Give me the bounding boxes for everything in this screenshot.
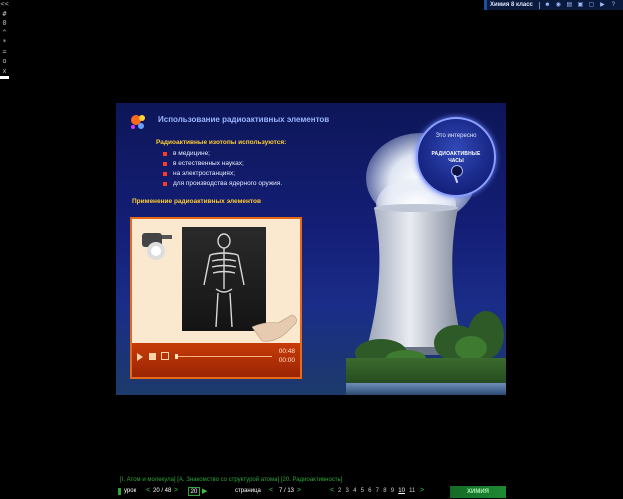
equals-icon[interactable]: = [0,48,9,58]
page-links: 2 3 4 5 6 7 8 9 10 11 [338,488,420,494]
page-link[interactable]: 5 [361,488,364,494]
lesson-label: урок [124,488,137,494]
list-item: для производства ядерного оружия. [162,179,282,189]
bullet-list: в медицине; в естественных науках; на эл… [162,149,282,189]
list-item: в естественных науках; [162,159,282,169]
prev-lesson-button[interactable]: < [146,487,150,494]
progress-handle[interactable] [175,354,178,359]
info-line: ЧАСЫ [448,158,464,164]
atom-logo-icon [131,115,145,129]
left-toolbar: << # 0 ^ * = o x [0,0,9,80]
page-link[interactable]: 11 [409,488,415,494]
book-icon[interactable]: ▤ [566,2,573,9]
slide-title: Использование радиоактивных элементов [158,115,330,124]
stop-button[interactable] [149,353,156,360]
page-counter: 7 / 13 [279,488,295,494]
speaker-icon[interactable]: ▶ [599,2,606,9]
slide-subtitle: Радиоактивные изотопы используются: [156,139,287,146]
circle-icon[interactable]: o [0,57,9,67]
info-line: РАДИОАКТИВНЫЕ [431,151,481,157]
info-heading: Это интересно [435,133,477,139]
hand-icon [252,314,297,342]
bottom-navigation: урок < 20 / 48 > 20 ▶ страница < 7 / 13 … [116,485,506,499]
xray-lamp-icon [142,233,172,260]
player-controls: 00:48 00:00 [132,343,300,377]
top-toolbar: Химия 8 класс ☻ ◉ ▤ ▣ ▢ ▶ ? [484,0,623,10]
lesson-slide: Использование радиоактивных элементов Ра… [116,103,506,395]
next-pages-button[interactable]: > [420,487,424,494]
video-player: 00:48 00:00 [130,217,302,379]
brand-logo: ХИМИЯ [450,486,506,498]
list-item: на электростанциях; [162,169,282,179]
page-link[interactable]: 8 [383,488,386,494]
page-link[interactable]: 2 [338,488,341,494]
help-icon[interactable]: ? [610,2,617,9]
page-link[interactable]: 6 [368,488,371,494]
prev-page-button[interactable]: < [269,487,273,494]
go-lesson-button[interactable]: ▶ [202,487,207,495]
lesson-number-input[interactable]: 20 [188,487,200,496]
play-button[interactable] [137,353,143,361]
page-link[interactable]: 7 [376,488,379,494]
grid-icon[interactable]: # [0,10,9,20]
users-icon[interactable]: ☻ [544,2,551,9]
page-link[interactable]: 9 [391,488,394,494]
zero-icon[interactable]: 0 [0,19,9,29]
close-icon[interactable]: x [0,67,9,77]
prev-pages-button[interactable]: < [330,487,334,494]
lesson-counter: 20 / 48 [153,488,172,494]
eye-icon[interactable]: ◉ [555,2,562,9]
up-icon[interactable]: ^ [0,29,9,39]
current-time: 00:48 [278,348,295,355]
star-icon[interactable]: * [0,38,9,48]
camera-icon[interactable]: ▣ [577,2,584,9]
page-link[interactable]: 3 [346,488,349,494]
page-link-current[interactable]: 10 [398,488,405,494]
page-link[interactable]: 4 [353,488,356,494]
toolbar-stripe [0,76,9,79]
collapse-icon[interactable]: << [0,0,9,10]
page-label: страница [235,488,261,494]
monitor-icon[interactable]: ▢ [588,2,595,9]
breadcrumb[interactable]: [I. Атом и молекула] [А. Знакомство со с… [120,477,342,483]
nav-marker [118,488,121,495]
video-screen[interactable] [132,219,300,343]
course-title: Химия 8 класс [490,2,533,8]
toolbar-separator [538,1,540,9]
list-item: в медицине; [162,149,282,159]
water [346,383,506,395]
next-lesson-button[interactable]: > [174,487,178,494]
interesting-fact-button[interactable]: Это интересно РАДИОАКТИВНЫЕ ЧАСЫ [416,117,496,197]
total-time: 00:00 [278,357,295,364]
subtitles-toggle[interactable] [161,352,169,360]
progress-track[interactable] [176,356,272,357]
section-heading: Применение радиоактивных элементов [132,198,261,205]
next-page-button[interactable]: > [297,487,301,494]
